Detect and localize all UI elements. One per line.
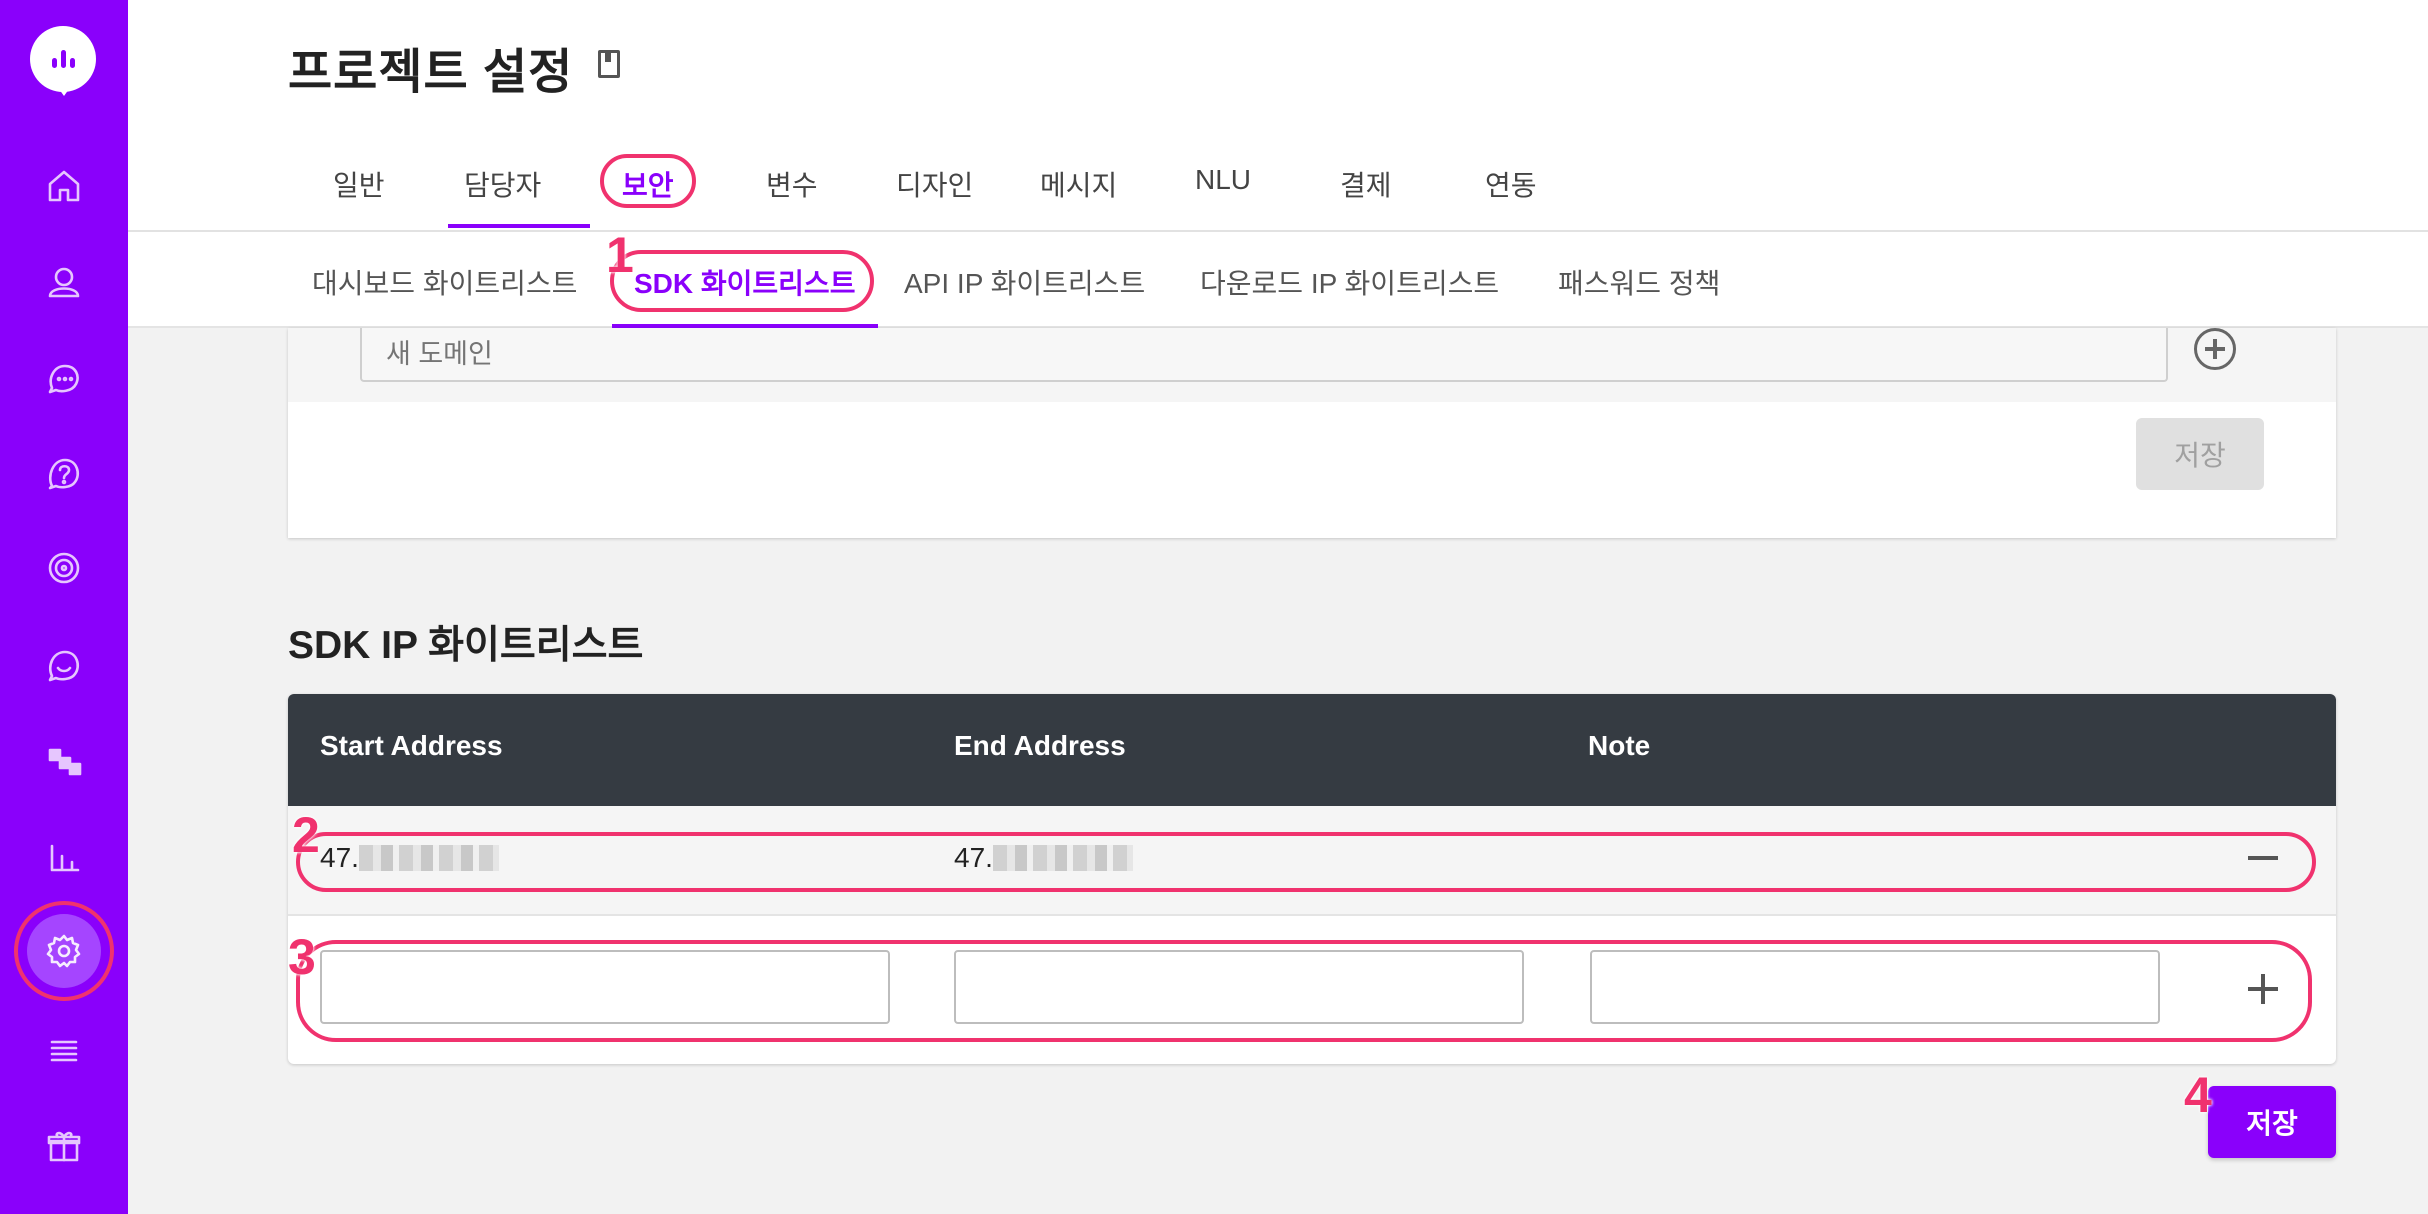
column-header-end: End Address — [954, 730, 1126, 761]
column-header-start: Start Address — [320, 730, 503, 761]
bookmark-icon[interactable] — [598, 50, 620, 78]
subtab-password-policy[interactable]: 패스워드 정책 — [1558, 262, 1720, 302]
tab-members[interactable]: 담당자 — [464, 164, 541, 204]
tab-design[interactable]: 디자인 — [896, 164, 973, 204]
home-icon[interactable] — [36, 158, 92, 214]
new-domain-input[interactable] — [360, 328, 2168, 382]
subtab-api-ip-whitelist[interactable]: API IP 화이트리스트 — [904, 262, 1145, 302]
tab-messages[interactable]: 메시지 — [1040, 164, 1117, 204]
table-header: Start Address End Address Note — [288, 694, 2336, 806]
column-header-note: Note — [1588, 730, 1651, 761]
section-title: SDK IP 화이트리스트 — [288, 624, 644, 667]
chat-icon[interactable] — [36, 350, 92, 406]
help-icon[interactable] — [36, 446, 92, 502]
settings-highlight-ring — [14, 901, 114, 1001]
subtab-dashboard-whitelist[interactable]: 대시보드 화이트리스트 — [312, 262, 577, 302]
highlight-new-row — [296, 940, 2312, 1042]
page-header: 프로젝트 설정 일반 담당자 보안 변수 디자인 메시지 NLU 결제 연동 — [128, 0, 2428, 230]
annotation-number-2: 2 — [292, 807, 320, 863]
user-icon[interactable] — [36, 254, 92, 310]
tab-variables[interactable]: 변수 — [766, 164, 818, 204]
menu-icon[interactable] — [36, 1022, 92, 1078]
tab-integration[interactable]: 연동 — [1485, 164, 1537, 204]
annotation-number-4: 4 — [2184, 1067, 2212, 1123]
sub-tabs: 대시보드 화이트리스트 SDK 화이트리스트 API IP 화이트리스트 다운로… — [128, 232, 2428, 328]
highlight-existing-row — [296, 832, 2316, 892]
target-icon[interactable] — [36, 540, 92, 596]
annotation-number-1: 1 — [606, 227, 634, 283]
message-icon[interactable] — [36, 638, 92, 694]
gift-icon[interactable] — [36, 1118, 92, 1174]
save-button[interactable]: 저장 — [2208, 1086, 2336, 1158]
highlight-sdk-subtab — [610, 250, 874, 312]
flow-icon[interactable] — [36, 734, 92, 790]
tab-nlu[interactable]: NLU — [1195, 164, 1251, 196]
sidebar — [0, 0, 128, 1214]
logo-icon[interactable] — [30, 26, 96, 96]
add-domain-icon[interactable] — [2194, 328, 2236, 370]
stats-icon[interactable] — [36, 830, 92, 886]
domain-save-button[interactable]: 저장 — [2136, 418, 2264, 490]
page-title: 프로젝트 설정 — [288, 46, 574, 99]
highlight-security-tab — [600, 154, 696, 208]
active-tab-indicator — [448, 224, 590, 228]
tab-billing[interactable]: 결제 — [1340, 164, 1392, 204]
domain-whitelist-card: 저장 — [288, 328, 2336, 538]
tab-general[interactable]: 일반 — [333, 164, 385, 204]
annotation-number-3: 3 — [288, 929, 316, 985]
subtab-download-ip-whitelist[interactable]: 다운로드 IP 화이트리스트 — [1200, 262, 1499, 302]
